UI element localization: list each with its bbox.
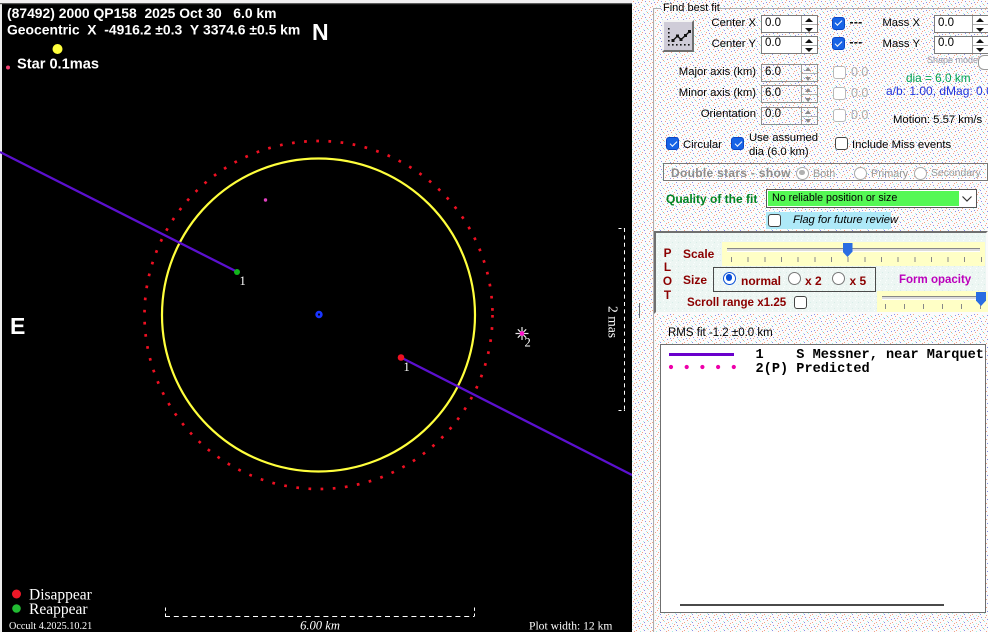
svg-text:(87492) 2000 QP158 2025 Oct 3: (87492) 2000 QP158 2025 Oct 30 6.0 km [7,5,277,21]
svg-text:1: 1 [240,274,246,288]
svg-text:Occult 4.2025.10.21: Occult 4.2025.10.21 [9,621,92,632]
svg-text:6.00 km: 6.00 km [300,619,340,632]
svg-text:Geocentric X -4916.2 ±0.3 Y: Geocentric X -4916.2 ±0.3 Y 3374.6 ±0.5 … [7,22,300,38]
svg-text:Star 0.1mas: Star 0.1mas [17,57,99,73]
svg-text:Plot width: 12 km: Plot width: 12 km [529,620,612,632]
svg-text:2 mas: 2 mas [606,306,621,338]
svg-text:2: 2 [525,336,531,350]
svg-text:Reappear: Reappear [29,601,88,618]
svg-text:E: E [10,313,25,339]
svg-text:1: 1 [404,360,410,374]
svg-text:N: N [312,19,329,45]
